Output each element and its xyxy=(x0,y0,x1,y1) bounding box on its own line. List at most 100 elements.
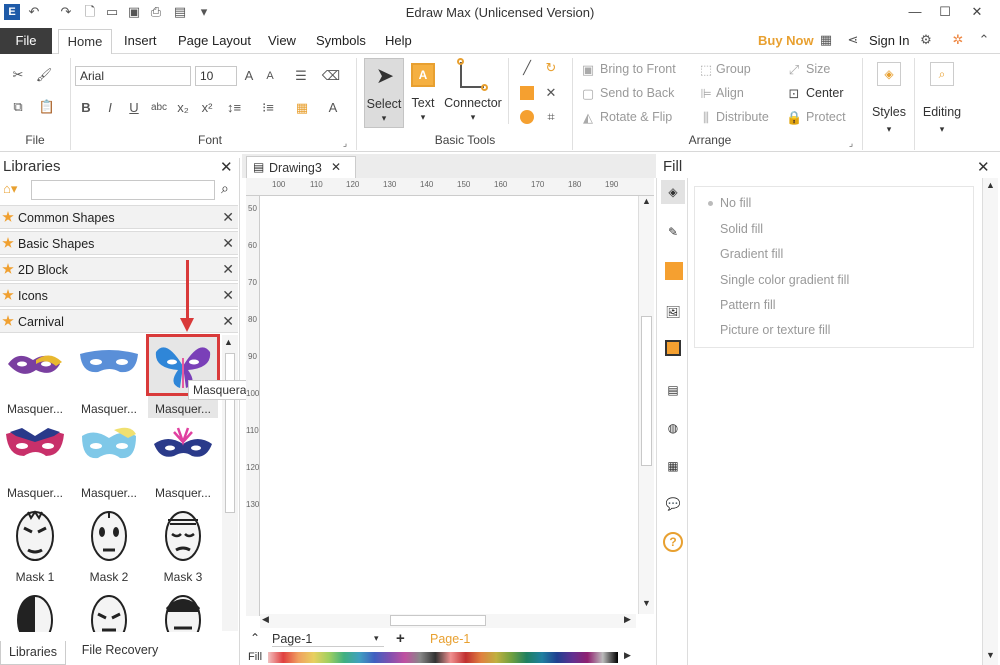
drawing-canvas[interactable] xyxy=(260,196,636,614)
fill-option-single-color-gradient[interactable]: Single color gradient fill xyxy=(720,273,849,287)
crop-tool-icon[interactable]: ⌗ xyxy=(542,108,560,126)
page-nav-up-icon[interactable]: ⌃ xyxy=(250,631,260,645)
library-search-input[interactable] xyxy=(31,180,215,200)
line-spacing-icon[interactable]: ↕≡ xyxy=(222,99,246,117)
strikethrough-icon[interactable]: abc xyxy=(150,99,168,117)
close-category-icon[interactable]: ✕ xyxy=(222,235,234,252)
close-category-icon[interactable]: ✕ xyxy=(222,209,234,226)
scroll-down-icon[interactable]: ▼ xyxy=(642,598,651,608)
group-icon[interactable]: ⬚ xyxy=(698,61,714,79)
close-icon[interactable]: ✕ xyxy=(962,2,992,22)
layers-icon[interactable] xyxy=(665,340,681,356)
shrink-font-icon[interactable]: A xyxy=(262,67,278,85)
apps-icon[interactable]: ✲ xyxy=(950,32,966,48)
select-tool-button[interactable]: ➤ Select ▾ xyxy=(364,58,404,128)
library-category-common-shapes[interactable]: Common Shapes ✕ xyxy=(0,205,238,229)
font-family-select[interactable]: Arial xyxy=(75,66,191,86)
globe-hyperlink-icon[interactable]: ◍ xyxy=(661,416,685,440)
buy-now-link[interactable]: Buy Now xyxy=(758,33,814,48)
color-swatches[interactable] xyxy=(268,652,618,663)
shape-mask-2[interactable]: Mask 2 xyxy=(74,504,144,586)
paste-icon[interactable]: 📋 xyxy=(34,98,60,116)
arrange-dialog-launcher-icon[interactable]: ⌟ xyxy=(846,134,856,152)
font-color-icon[interactable]: A xyxy=(322,99,344,117)
share-icon[interactable]: ⋖ xyxy=(845,32,861,48)
grow-font-icon[interactable]: A xyxy=(241,67,257,85)
library-category-icons[interactable]: Icons ✕ xyxy=(0,283,238,307)
align-icon[interactable]: ⊫ xyxy=(698,85,714,103)
size-icon[interactable]: ⤢ xyxy=(786,61,802,79)
cart-icon[interactable]: ▦ xyxy=(818,32,834,48)
fill-option-gradient[interactable]: Gradient fill xyxy=(720,247,783,261)
scroll-left-icon[interactable]: ◀ xyxy=(262,614,269,625)
highlight-color-icon[interactable]: ▦ xyxy=(290,99,314,117)
shape-mask-3[interactable]: Mask 3 xyxy=(148,504,218,586)
radio-no-fill-icon[interactable] xyxy=(708,201,713,206)
tab-home[interactable]: Home xyxy=(58,29,112,55)
scroll-thumb[interactable] xyxy=(641,316,652,466)
canvas-horizontal-scrollbar[interactable]: ◀ ▶ xyxy=(260,614,636,628)
image-icon[interactable]: 🖼 xyxy=(661,300,685,324)
font-size-select[interactable]: 10 xyxy=(195,66,237,86)
close-category-icon[interactable]: ✕ xyxy=(222,313,234,330)
rectangle-tool-icon[interactable] xyxy=(520,86,534,100)
chevron-down-icon[interactable]: ▾ xyxy=(374,633,379,644)
rotate-flip-button[interactable]: Rotate & Flip xyxy=(600,110,672,124)
close-category-icon[interactable]: ✕ xyxy=(222,287,234,304)
editing-button[interactable]: ⌕ Editing ▾ xyxy=(918,58,966,138)
italic-icon[interactable]: I xyxy=(102,99,118,117)
collapse-ribbon-icon[interactable]: ⌃ xyxy=(976,32,992,48)
paragraph-align-icon[interactable]: ☰ xyxy=(290,67,312,85)
connector-tool-button[interactable]: Connector ▾ xyxy=(442,58,504,128)
format-painter-icon[interactable]: 🖌 xyxy=(34,66,54,84)
tab-drawing3[interactable]: ▤ Drawing3 ✕ xyxy=(246,156,356,178)
fill-option-no-fill[interactable]: No fill xyxy=(720,196,751,210)
shape-mask-1[interactable]: Mask 1 xyxy=(0,504,70,586)
fill-option-picture-texture[interactable]: Picture or texture fill xyxy=(720,323,830,337)
ellipse-tool-icon[interactable] xyxy=(520,110,534,124)
tab-help[interactable]: Help xyxy=(385,33,412,48)
canvas-vertical-scrollbar[interactable]: ▲ ▼ xyxy=(638,196,654,614)
shape-masquerade-mask-6[interactable]: Masquer... xyxy=(148,420,218,502)
close-category-icon[interactable]: ✕ xyxy=(222,261,234,278)
scroll-up-icon[interactable]: ▲ xyxy=(224,337,233,347)
bring-to-front-icon[interactable]: ▣ xyxy=(580,61,596,79)
copy-icon[interactable]: ⧉ xyxy=(8,98,28,116)
protect-icon[interactable]: 🔒 xyxy=(786,109,802,127)
tab-view[interactable]: View xyxy=(268,33,296,48)
send-to-back-button[interactable]: Send to Back xyxy=(600,86,674,100)
underline-icon[interactable]: U xyxy=(126,99,142,117)
shape-mask-6[interactable] xyxy=(148,592,218,632)
scroll-thumb[interactable] xyxy=(225,353,235,513)
fill-panel-scrollbar[interactable]: ▲ ▼ xyxy=(982,178,998,665)
page-select[interactable]: Page-1 xyxy=(272,632,384,647)
page-document-icon[interactable]: ▤ xyxy=(661,378,685,402)
minimize-icon[interactable]: — xyxy=(900,2,930,22)
shape-masquerade-mask-4[interactable]: Masquer... xyxy=(0,420,70,502)
comment-bubble-icon[interactable]: 💬 xyxy=(661,492,685,516)
close-tab-icon[interactable]: ✕ xyxy=(331,160,341,174)
settings-gear-icon[interactable]: ⚙ xyxy=(918,32,934,48)
line-tool-icon[interactable]: ╱ xyxy=(518,59,536,77)
scroll-down-icon[interactable]: ▼ xyxy=(986,650,995,660)
shape-masquerade-mask-2[interactable]: Masquer... xyxy=(74,336,144,418)
library-category-2d-block[interactable]: 2D Block ✕ xyxy=(0,257,238,281)
text-tool-button[interactable]: A Text ▾ xyxy=(406,58,440,128)
library-category-carnival[interactable]: Carnival ✕ xyxy=(0,309,238,333)
fill-bucket-icon[interactable]: ◈ xyxy=(661,180,685,204)
clear-format-icon[interactable]: ⌫ xyxy=(320,67,342,85)
scroll-thumb[interactable] xyxy=(390,615,486,626)
scroll-right-icon[interactable]: ▶ xyxy=(624,614,631,625)
page-tab[interactable]: Page-1 xyxy=(430,632,470,646)
tab-page-layout[interactable]: Page Layout xyxy=(178,33,251,48)
palette-scroll-icon[interactable]: ▶ xyxy=(624,650,631,661)
distribute-button[interactable]: Distribute xyxy=(716,110,769,124)
tab-libraries[interactable]: Libraries xyxy=(0,641,66,665)
libraries-close-icon[interactable]: ✕ xyxy=(220,158,233,176)
bring-to-front-button[interactable]: Bring to Front xyxy=(600,62,676,76)
file-menu[interactable]: File xyxy=(0,28,52,54)
tab-symbols[interactable]: Symbols xyxy=(316,33,366,48)
subscript-icon[interactable]: x₂ xyxy=(174,99,192,117)
bullets-icon[interactable]: ⁝≡ xyxy=(256,99,280,117)
center-button[interactable]: Center xyxy=(806,86,844,100)
